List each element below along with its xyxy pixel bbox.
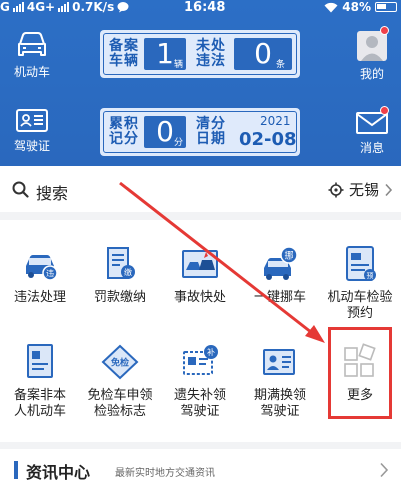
chevron-right-icon[interactable] [379, 462, 389, 478]
annotation-arrow [119, 181, 325, 343]
news-section[interactable]: 资讯中心 最新实时地方交通资讯 [0, 449, 401, 504]
news-subtitle: 最新实时地方交通资讯 [115, 468, 215, 479]
news-title: 资讯中心 [26, 463, 91, 482]
section-marker [14, 461, 18, 479]
